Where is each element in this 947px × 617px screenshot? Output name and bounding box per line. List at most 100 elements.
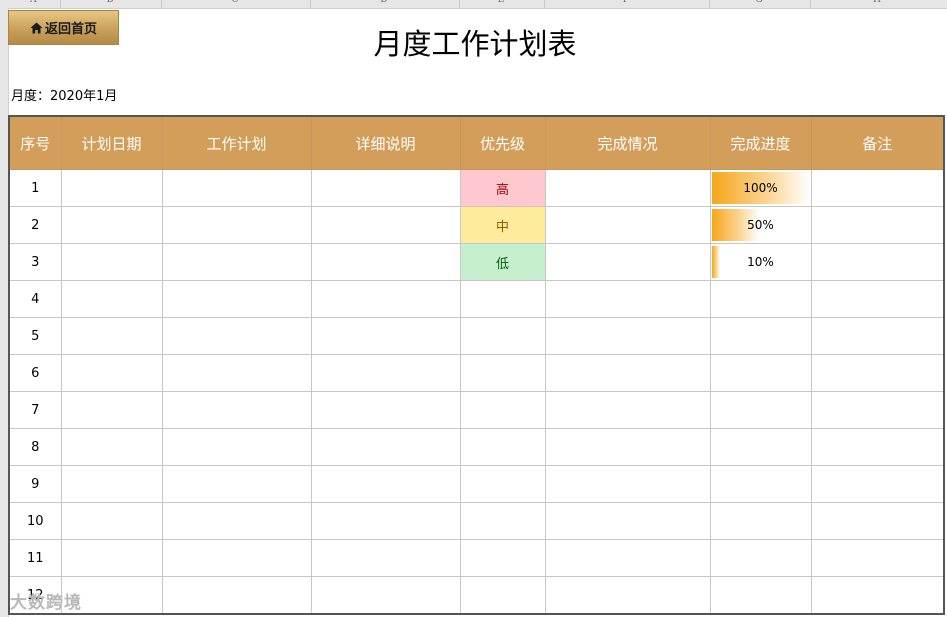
cell-date[interactable] <box>60 243 163 281</box>
cell-plan[interactable] <box>161 317 312 355</box>
cell-priority[interactable] <box>459 391 546 429</box>
column-letter-g[interactable]: G <box>754 0 764 7</box>
cell-detail[interactable] <box>310 243 461 281</box>
column-letter-f[interactable]: F <box>621 0 631 7</box>
cell-detail[interactable] <box>310 539 461 577</box>
cell-progress[interactable] <box>709 354 812 392</box>
cell-status[interactable] <box>544 317 711 355</box>
cell-date[interactable] <box>60 206 163 244</box>
cell-plan[interactable] <box>161 576 312 615</box>
cell-date[interactable] <box>60 539 163 577</box>
cell-no[interactable]: 5 <box>8 317 62 355</box>
cell-progress[interactable] <box>709 539 812 577</box>
cell-priority[interactable] <box>459 280 546 318</box>
cell-priority[interactable]: 低 <box>459 243 546 281</box>
cell-plan[interactable] <box>161 428 312 466</box>
cell-progress[interactable] <box>709 317 812 355</box>
header-status[interactable]: 完成情况 <box>544 115 711 170</box>
cell-no[interactable]: 7 <box>8 391 62 429</box>
column-letter-h[interactable]: H <box>872 0 882 7</box>
cell-plan[interactable] <box>161 206 312 244</box>
cell-progress[interactable] <box>709 502 812 540</box>
cell-priority[interactable]: 高 <box>459 169 546 207</box>
cell-date[interactable] <box>60 502 163 540</box>
cell-detail[interactable] <box>310 169 461 207</box>
cell-no[interactable]: 1 <box>8 169 62 207</box>
header-progress[interactable]: 完成进度 <box>709 115 812 170</box>
cell-status[interactable] <box>544 391 711 429</box>
cell-priority[interactable] <box>459 317 546 355</box>
cell-progress[interactable] <box>709 391 812 429</box>
cell-detail[interactable] <box>310 502 461 540</box>
cell-note[interactable] <box>810 243 945 281</box>
cell-progress[interactable] <box>709 280 812 318</box>
column-letter-d[interactable]: D <box>379 0 389 7</box>
cell-detail[interactable] <box>310 576 461 615</box>
cell-progress[interactable]: 50% <box>709 206 812 244</box>
cell-plan[interactable] <box>161 280 312 318</box>
cell-note[interactable] <box>810 391 945 429</box>
cell-no[interactable]: 6 <box>8 354 62 392</box>
cell-priority[interactable]: 中 <box>459 206 546 244</box>
cell-plan[interactable] <box>161 354 312 392</box>
cell-date[interactable] <box>60 465 163 503</box>
cell-no[interactable]: 4 <box>8 280 62 318</box>
cell-note[interactable] <box>810 576 945 615</box>
cell-note[interactable] <box>810 317 945 355</box>
cell-plan[interactable] <box>161 539 312 577</box>
cell-plan[interactable] <box>161 465 312 503</box>
cell-plan[interactable] <box>161 169 312 207</box>
cell-status[interactable] <box>544 280 711 318</box>
cell-status[interactable] <box>544 206 711 244</box>
cell-date[interactable] <box>60 391 163 429</box>
cell-priority[interactable] <box>459 428 546 466</box>
cell-no[interactable]: 8 <box>8 428 62 466</box>
cell-plan[interactable] <box>161 243 312 281</box>
cell-note[interactable] <box>810 539 945 577</box>
column-letter-a[interactable]: A <box>30 0 37 7</box>
cell-status[interactable] <box>544 539 711 577</box>
header-note[interactable]: 备注 <box>810 115 945 170</box>
cell-plan[interactable] <box>161 502 312 540</box>
cell-priority[interactable] <box>459 354 546 392</box>
cell-date[interactable] <box>60 169 163 207</box>
cell-status[interactable] <box>544 354 711 392</box>
cell-progress[interactable]: 10% <box>709 243 812 281</box>
cell-priority[interactable] <box>459 465 546 503</box>
cell-detail[interactable] <box>310 317 461 355</box>
cell-date[interactable] <box>60 280 163 318</box>
cell-detail[interactable] <box>310 465 461 503</box>
cell-detail[interactable] <box>310 391 461 429</box>
cell-date[interactable] <box>60 354 163 392</box>
column-letter-b[interactable]: B <box>105 0 115 7</box>
cell-note[interactable] <box>810 354 945 392</box>
back-home-button[interactable]: 返回首页 <box>8 10 119 45</box>
cell-detail[interactable] <box>310 354 461 392</box>
cell-status[interactable] <box>544 243 711 281</box>
cell-status[interactable] <box>544 169 711 207</box>
cell-no[interactable]: 9 <box>8 465 62 503</box>
header-plan[interactable]: 工作计划 <box>161 115 312 170</box>
header-priority[interactable]: 优先级 <box>459 115 546 170</box>
cell-date[interactable] <box>60 317 163 355</box>
cell-status[interactable] <box>544 502 711 540</box>
cell-detail[interactable] <box>310 428 461 466</box>
cell-detail[interactable] <box>310 206 461 244</box>
cell-status[interactable] <box>544 428 711 466</box>
cell-priority[interactable] <box>459 539 546 577</box>
cell-date[interactable] <box>60 428 163 466</box>
header-no[interactable]: 序号 <box>8 115 62 170</box>
cell-progress[interactable] <box>709 428 812 466</box>
cell-priority[interactable] <box>459 576 546 615</box>
cell-no[interactable]: 3 <box>8 243 62 281</box>
cell-status[interactable] <box>544 576 711 615</box>
cell-no[interactable]: 11 <box>8 539 62 577</box>
cell-note[interactable] <box>810 465 945 503</box>
cell-plan[interactable] <box>161 391 312 429</box>
cell-no[interactable]: 2 <box>8 206 62 244</box>
cell-note[interactable] <box>810 206 945 244</box>
header-date[interactable]: 计划日期 <box>60 115 163 170</box>
cell-note[interactable] <box>810 428 945 466</box>
cell-note[interactable] <box>810 169 945 207</box>
cell-status[interactable] <box>544 465 711 503</box>
